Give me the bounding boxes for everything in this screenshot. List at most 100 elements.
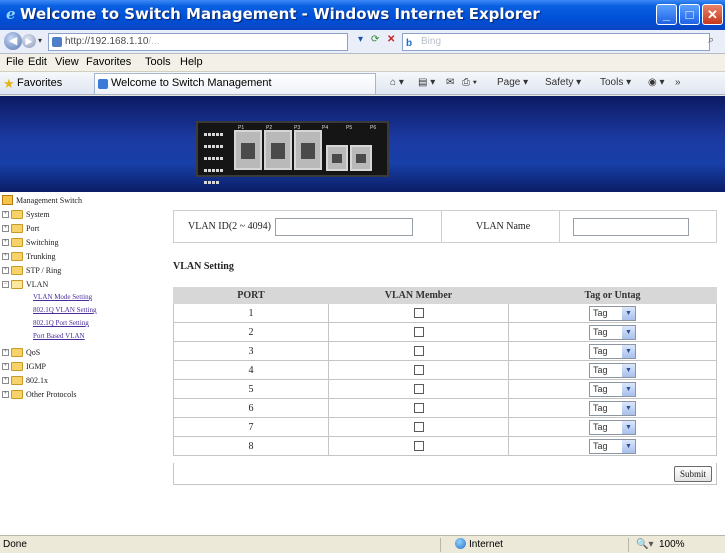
expand-icon[interactable]: + bbox=[2, 391, 9, 398]
nav-item-label: STP / Ring bbox=[26, 266, 62, 275]
expand-icon[interactable]: + bbox=[2, 349, 9, 356]
menu-bar: File Edit View Favorites Tools Help bbox=[0, 54, 725, 72]
minimize-button[interactable]: _ bbox=[656, 4, 677, 25]
expand-icon[interactable]: + bbox=[2, 211, 9, 218]
chevron-down-icon[interactable]: ▼ bbox=[622, 382, 635, 396]
tag-select-value: Tag bbox=[593, 383, 608, 394]
tag-select-value: Tag bbox=[593, 364, 608, 375]
maximize-button[interactable]: □ bbox=[679, 4, 700, 25]
vlan-member-checkbox[interactable] bbox=[413, 384, 424, 395]
port-number-cell: 7 bbox=[173, 417, 329, 437]
tag-untag-select[interactable]: Tag ▼ bbox=[589, 305, 636, 321]
url-input[interactable]: http://192.168.1.10/... bbox=[48, 33, 348, 51]
research-icon[interactable]: » bbox=[675, 77, 681, 88]
forward-button[interactable]: ▶ bbox=[22, 34, 36, 48]
expand-icon[interactable]: + bbox=[2, 377, 9, 384]
home-icon[interactable]: ⌂ ▾ bbox=[390, 77, 404, 88]
status-bar: Done Internet 🔍▾ 100% bbox=[0, 535, 725, 553]
expand-icon[interactable]: + bbox=[2, 225, 9, 232]
vlan-member-checkbox[interactable] bbox=[413, 346, 424, 357]
url-dropdown-icon[interactable]: ▾ bbox=[358, 34, 363, 45]
tag-untag-select[interactable]: Tag ▼ bbox=[589, 438, 636, 454]
port-number-cell: 2 bbox=[173, 322, 329, 342]
tag-untag-select[interactable]: Tag ▼ bbox=[589, 419, 636, 435]
switch-banner: P1 P2 P3 P4 P5 P6 bbox=[0, 96, 725, 192]
menu-file[interactable]: File bbox=[6, 56, 24, 68]
folder-icon bbox=[11, 252, 23, 261]
nav-link-8021q-vlan-setting[interactable]: 802.1Q VLAN Setting bbox=[33, 306, 96, 314]
back-button[interactable]: ◀ bbox=[4, 32, 22, 50]
divider bbox=[628, 538, 629, 552]
protected-mode-icon[interactable]: 🔍▾ bbox=[636, 539, 653, 550]
vlan-member-cell bbox=[328, 436, 509, 456]
history-dropdown-icon[interactable]: ▾ bbox=[38, 36, 42, 45]
folder-icon bbox=[11, 224, 23, 233]
title-bar[interactable]: e Welcome to Switch Management - Windows… bbox=[0, 0, 725, 30]
close-button[interactable]: ✕ bbox=[702, 4, 723, 25]
tag-untag-select[interactable]: Tag ▼ bbox=[589, 324, 636, 340]
open-folder-icon bbox=[11, 280, 23, 289]
tag-cell: Tag ▼ bbox=[508, 303, 717, 323]
vlan-name-label: VLAN Name bbox=[476, 221, 531, 232]
status-text: Done bbox=[3, 539, 27, 550]
submit-row: Submit bbox=[173, 463, 717, 485]
nav-link-8021q-port-setting[interactable]: 802.1Q Port Setting bbox=[33, 319, 89, 327]
vlan-member-checkbox[interactable] bbox=[413, 441, 424, 452]
vlan-id-name-row: VLAN ID(2 ~ 4094) VLAN Name bbox=[173, 210, 717, 243]
vlan-member-checkbox[interactable] bbox=[413, 327, 424, 338]
refresh-icon[interactable]: ⟳ bbox=[371, 34, 379, 45]
print-icon[interactable]: ⎙ ▾ bbox=[462, 77, 477, 88]
vlan-member-checkbox[interactable] bbox=[413, 365, 424, 376]
internet-zone-icon bbox=[455, 538, 466, 549]
switch-front-panel-image: P1 P2 P3 P4 P5 P6 bbox=[196, 121, 389, 184]
menu-view[interactable]: View bbox=[55, 56, 79, 68]
collapse-icon[interactable]: − bbox=[2, 281, 9, 288]
menu-tools[interactable]: Tools bbox=[145, 56, 171, 68]
tag-untag-select[interactable]: Tag ▼ bbox=[589, 381, 636, 397]
search-input[interactable]: b Bing bbox=[402, 33, 710, 51]
chevron-down-icon[interactable]: ▼ bbox=[622, 325, 635, 339]
expand-icon[interactable]: + bbox=[2, 363, 9, 370]
nav-link-vlan-mode-setting[interactable]: VLAN Mode Setting bbox=[33, 293, 92, 301]
tag-cell: Tag ▼ bbox=[508, 360, 717, 380]
vlan-id-input[interactable] bbox=[275, 218, 413, 236]
favorites-label[interactable]: Favorites bbox=[17, 77, 62, 89]
nav-item-label: Switching bbox=[26, 238, 59, 247]
vlan-member-checkbox[interactable] bbox=[413, 308, 424, 319]
vlan-member-checkbox[interactable] bbox=[413, 403, 424, 414]
mail-icon[interactable]: ✉ bbox=[446, 77, 454, 88]
vlan-member-checkbox[interactable] bbox=[413, 422, 424, 433]
nav-link-port-based-vlan[interactable]: Port Based VLAN bbox=[33, 332, 85, 340]
chevron-down-icon[interactable]: ▼ bbox=[622, 344, 635, 358]
tag-untag-select[interactable]: Tag ▼ bbox=[589, 362, 636, 378]
tag-untag-select[interactable]: Tag ▼ bbox=[589, 400, 636, 416]
chevron-down-icon[interactable]: ▼ bbox=[622, 420, 635, 434]
menu-favorites[interactable]: Favorites bbox=[86, 56, 131, 68]
help-icon[interactable]: ◉ ▾ bbox=[648, 77, 665, 88]
submit-button[interactable]: Submit bbox=[674, 466, 712, 482]
chevron-down-icon[interactable]: ▼ bbox=[622, 439, 635, 453]
chevron-down-icon[interactable]: ▼ bbox=[622, 306, 635, 320]
expand-icon[interactable]: + bbox=[2, 239, 9, 246]
folder-icon bbox=[11, 376, 23, 385]
expand-icon[interactable]: + bbox=[2, 267, 9, 274]
vlan-name-input[interactable] bbox=[573, 218, 689, 236]
tag-untag-select[interactable]: Tag ▼ bbox=[589, 343, 636, 359]
nav-root-label: Management Switch bbox=[16, 196, 82, 205]
zoom-level[interactable]: 100% bbox=[659, 539, 685, 550]
menu-edit[interactable]: Edit bbox=[28, 56, 47, 68]
tab-switch-management[interactable]: Welcome to Switch Management bbox=[94, 73, 376, 94]
chevron-down-icon[interactable]: ▼ bbox=[622, 363, 635, 377]
menu-help[interactable]: Help bbox=[180, 56, 203, 68]
expand-icon[interactable]: + bbox=[2, 253, 9, 260]
search-icon[interactable]: ⌕ bbox=[708, 34, 714, 47]
vlan-member-cell bbox=[328, 398, 509, 418]
safety-menu[interactable]: Safety ▾ bbox=[545, 77, 581, 88]
chevron-down-icon[interactable]: ▼ bbox=[622, 401, 635, 415]
vlan-id-label: VLAN ID(2 ~ 4094) bbox=[188, 221, 271, 232]
stop-icon[interactable]: ✕ bbox=[387, 34, 395, 45]
feeds-icon[interactable]: ▤ ▾ bbox=[418, 77, 435, 88]
favorites-star-icon[interactable]: ★ bbox=[3, 76, 15, 92]
page-menu[interactable]: Page ▾ bbox=[497, 77, 528, 88]
tools-menu[interactable]: Tools ▾ bbox=[600, 77, 631, 88]
